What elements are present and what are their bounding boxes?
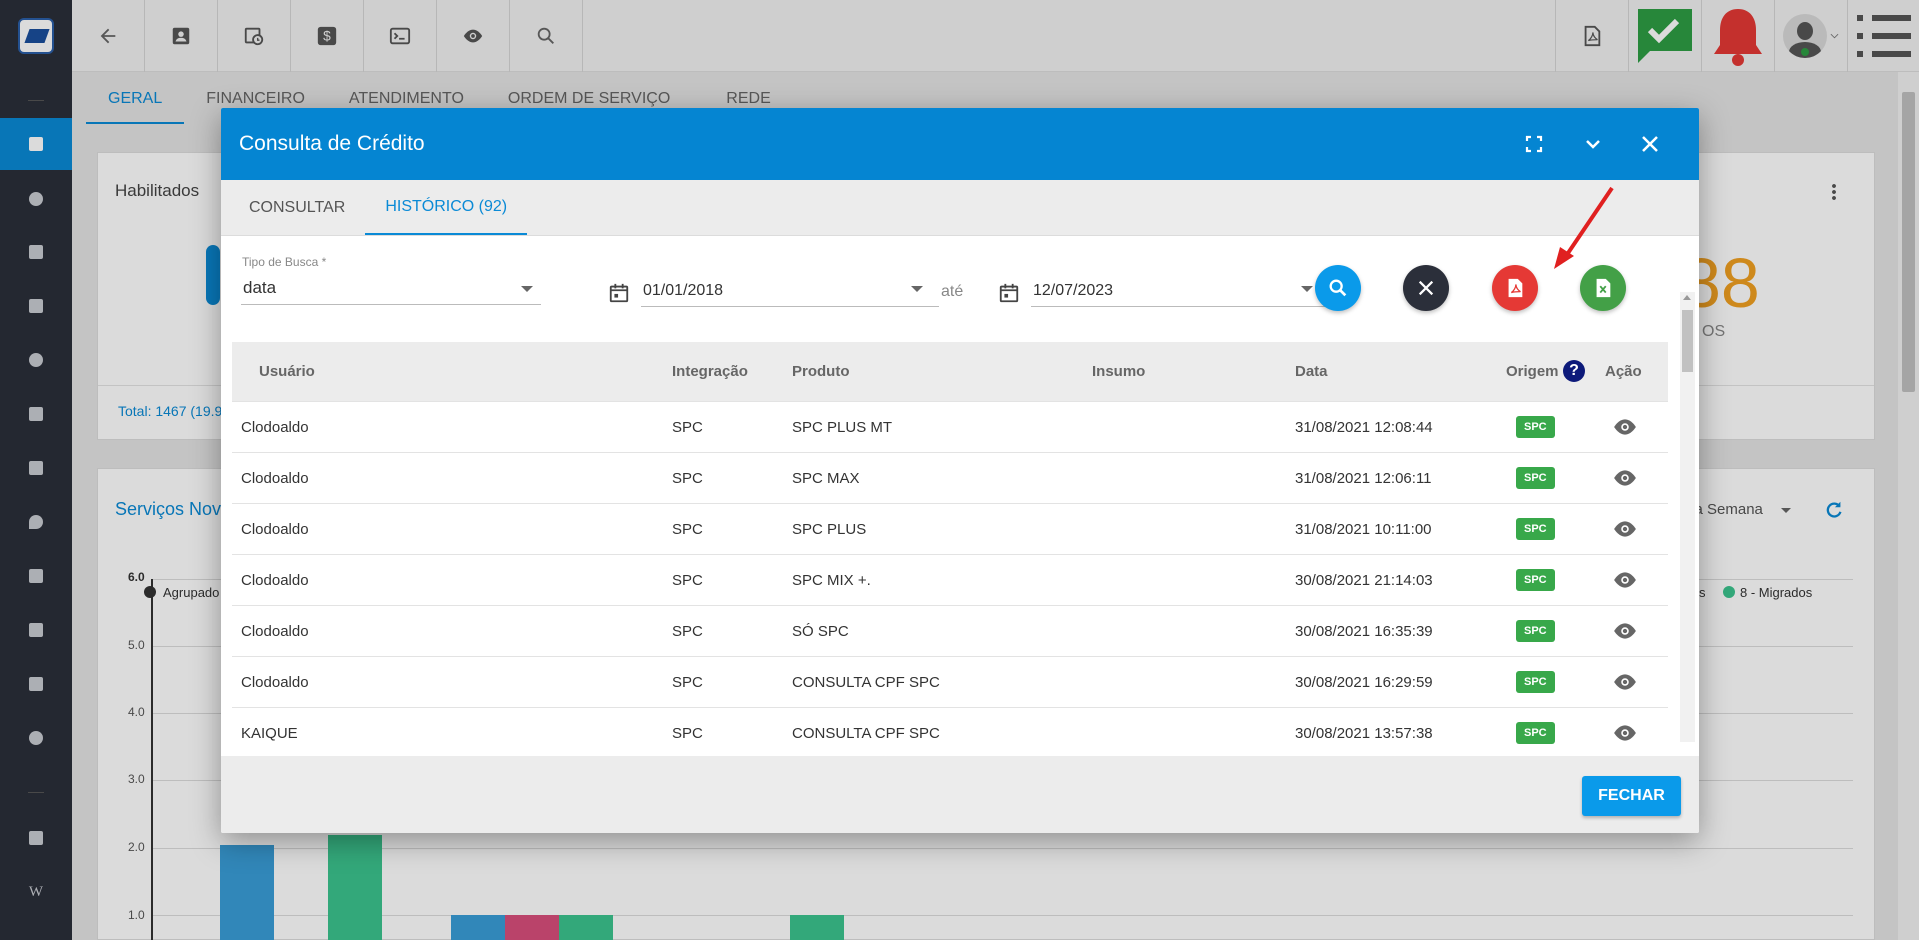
- cell-usuario: Clodoaldo: [241, 673, 309, 691]
- date-to-value: 12/07/2023: [1033, 282, 1114, 299]
- calendar-icon[interactable]: [998, 282, 1020, 304]
- cell-produto: SÓ SPC: [792, 622, 849, 640]
- chevron-down-icon: [911, 286, 923, 292]
- column-header[interactable]: Ação: [1605, 363, 1642, 380]
- column-header[interactable]: Data: [1295, 363, 1328, 380]
- cell-produto: SPC MIX +.: [792, 571, 871, 589]
- close-icon[interactable]: [1640, 134, 1660, 154]
- credit-check-dialog: Consulta de Crédito CONSULTAR HISTÓRICO …: [221, 108, 1699, 833]
- cell-produto: CONSULTA CPF SPC: [792, 673, 940, 691]
- cell-produto: SPC PLUS: [792, 520, 867, 538]
- tab-historico[interactable]: HISTÓRICO (92): [365, 180, 528, 235]
- cell-integracao: SPC: [672, 724, 703, 742]
- cell-data: 31/08/2021 12:08:44: [1295, 418, 1433, 436]
- field-underline: [641, 306, 939, 307]
- origin-badge: SPC: [1516, 620, 1555, 642]
- column-header[interactable]: Usuário: [259, 363, 315, 380]
- cell-integracao: SPC: [672, 673, 703, 691]
- origin-badge: SPC: [1516, 518, 1555, 540]
- chevron-down-icon: [1301, 286, 1313, 292]
- dialog-footer: FECHAR: [221, 756, 1699, 833]
- column-header[interactable]: Origem: [1506, 363, 1559, 380]
- column-header[interactable]: Insumo: [1092, 363, 1145, 380]
- calendar-icon[interactable]: [608, 282, 630, 304]
- dialog-header: Consulta de Crédito: [221, 108, 1699, 180]
- clear-button[interactable]: [1403, 265, 1449, 311]
- fullscreen-icon[interactable]: [1524, 134, 1544, 154]
- cell-integracao: SPC: [672, 622, 703, 640]
- search-button[interactable]: [1315, 265, 1361, 311]
- dialog-title: Consulta de Crédito: [239, 132, 425, 155]
- field-underline: [241, 304, 541, 305]
- cell-usuario: KAIQUE: [241, 724, 298, 742]
- pdf-icon: [1508, 278, 1523, 298]
- cell-integracao: SPC: [672, 418, 703, 436]
- cell-usuario: Clodoaldo: [241, 418, 309, 436]
- cell-usuario: Clodoaldo: [241, 469, 309, 487]
- cell-data: 30/08/2021 13:57:38: [1295, 724, 1433, 742]
- scroll-up-icon[interactable]: [1683, 295, 1691, 300]
- table-row[interactable]: KAIQUE SPC CONSULTA CPF SPC 30/08/2021 13:5…: [232, 708, 1668, 752]
- cell-produto: SPC MAX: [792, 469, 860, 487]
- table-row[interactable]: Clodoaldo SPC SÓ SPC 30/08/2021 16:35:39 SPC: [232, 606, 1668, 657]
- cell-integracao: SPC: [672, 571, 703, 589]
- excel-icon: [1596, 278, 1611, 298]
- table-row[interactable]: Clodoaldo SPC CONSULTA CPF SPC 30/08/2021 1…: [232, 657, 1668, 708]
- column-header[interactable]: Produto: [792, 363, 850, 380]
- chevron-down-icon: [521, 286, 533, 292]
- view-eye-icon[interactable]: [1612, 720, 1638, 746]
- column-header[interactable]: Integração: [672, 363, 748, 380]
- cell-produto: SPC PLUS MT: [792, 418, 893, 436]
- cell-data: 31/08/2021 12:06:11: [1295, 469, 1432, 487]
- table-row[interactable]: Clodoaldo SPC SPC MAX 31/08/2021 12:06:11 SP…: [232, 453, 1668, 504]
- date-from-field[interactable]: 01/01/2018: [641, 273, 939, 307]
- cell-produto: CONSULTA CPF SPC: [792, 724, 940, 742]
- cell-usuario: Clodoaldo: [241, 622, 309, 640]
- dialog-scrollbar[interactable]: [1680, 292, 1695, 742]
- scroll-thumb[interactable]: [1682, 310, 1693, 372]
- table-row[interactable]: Clodoaldo SPC SPC PLUS MT 31/08/2021 12:08:…: [232, 402, 1668, 453]
- close-button[interactable]: FECHAR: [1582, 776, 1681, 816]
- field-underline: [1031, 306, 1329, 307]
- date-from-value: 01/01/2018: [643, 282, 724, 299]
- origin-badge: SPC: [1516, 722, 1555, 744]
- table-header-row: Usuário Integração Produto Insumo Data O…: [232, 342, 1668, 402]
- origin-badge: SPC: [1516, 416, 1555, 438]
- history-table: Usuário Integração Produto Insumo Data O…: [232, 342, 1668, 752]
- search-type-select[interactable]: data: [241, 273, 541, 305]
- export-pdf-button[interactable]: [1492, 265, 1538, 311]
- cell-data: 30/08/2021 16:35:39: [1295, 622, 1433, 640]
- help-icon[interactable]: ?: [1563, 360, 1585, 382]
- annotation-arrow-icon: [1554, 186, 1614, 269]
- cell-data: 30/08/2021 21:14:03: [1295, 571, 1433, 589]
- origin-badge: SPC: [1516, 671, 1555, 693]
- view-eye-icon[interactable]: [1612, 465, 1638, 491]
- search-type-value: data: [243, 278, 277, 297]
- search-icon: [1329, 279, 1347, 297]
- view-eye-icon[interactable]: [1612, 669, 1638, 695]
- cell-data: 30/08/2021 16:29:59: [1295, 673, 1433, 691]
- date-to-field[interactable]: 12/07/2023: [1031, 273, 1329, 307]
- search-type-label: Tipo de Busca *: [242, 255, 327, 269]
- view-eye-icon[interactable]: [1612, 414, 1638, 440]
- cell-usuario: Clodoaldo: [241, 571, 309, 589]
- table-row[interactable]: Clodoaldo SPC SPC MIX +. 30/08/2021 21:14:0…: [232, 555, 1668, 606]
- view-eye-icon[interactable]: [1612, 516, 1638, 542]
- table-row[interactable]: Clodoaldo SPC SPC PLUS 31/08/2021 10:11:00 S…: [232, 504, 1668, 555]
- view-eye-icon[interactable]: [1612, 618, 1638, 644]
- cell-integracao: SPC: [672, 469, 703, 487]
- tab-consultar[interactable]: CONSULTAR: [229, 180, 365, 235]
- until-label: até: [941, 283, 964, 300]
- view-eye-icon[interactable]: [1612, 567, 1638, 593]
- collapse-icon[interactable]: [1583, 134, 1603, 154]
- table-body: Clodoaldo SPC SPC PLUS MT 31/08/2021 12:08:…: [232, 402, 1668, 752]
- cell-integracao: SPC: [672, 520, 703, 538]
- dialog-tabs: CONSULTAR HISTÓRICO (92): [221, 180, 1699, 236]
- origin-badge: SPC: [1516, 569, 1555, 591]
- cell-data: 31/08/2021 10:11:00: [1295, 520, 1432, 538]
- origin-badge: SPC: [1516, 467, 1555, 489]
- cell-usuario: Clodoaldo: [241, 520, 309, 538]
- close-icon: [1418, 280, 1434, 296]
